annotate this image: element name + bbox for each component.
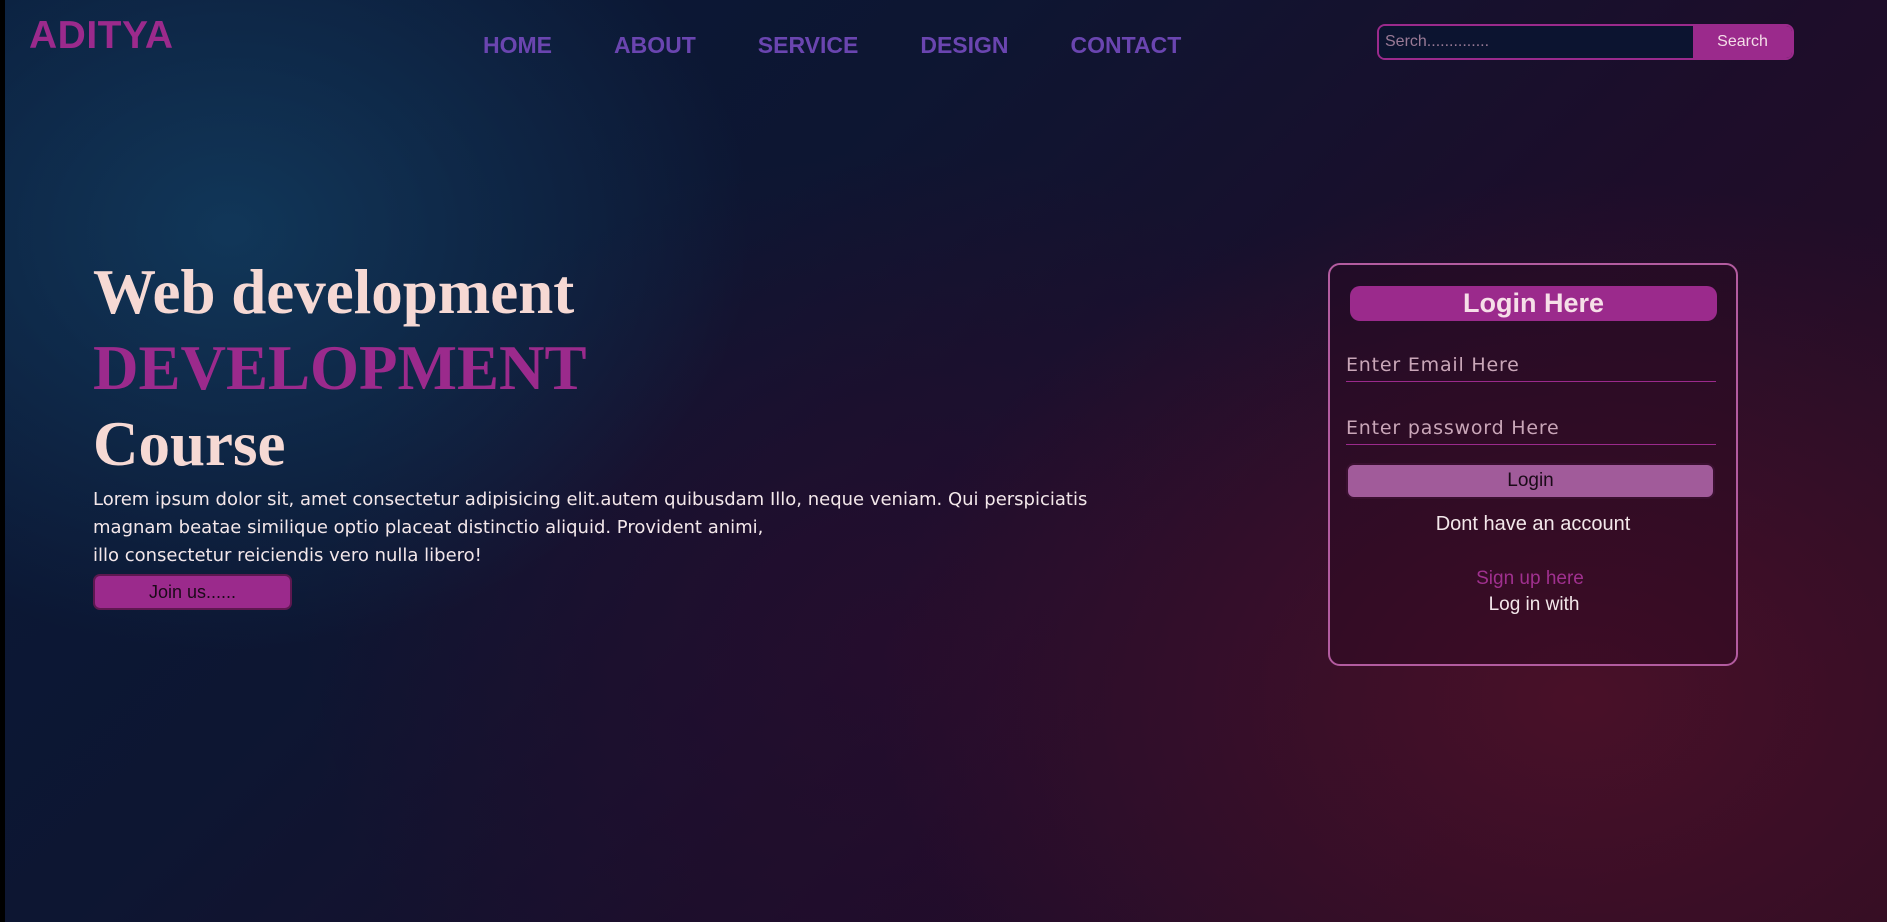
login-button[interactable]: Login: [1346, 463, 1715, 499]
nav-home-link[interactable]: HOME: [483, 32, 552, 59]
site-logo[interactable]: ADITYA: [29, 14, 174, 58]
hero-title-line3: Course: [93, 409, 286, 479]
hero-section: Web development DEVELOPMENT Course Lorem…: [93, 254, 1113, 610]
email-field[interactable]: [1346, 348, 1716, 382]
search-bar: Search: [1377, 24, 1794, 60]
password-field[interactable]: [1346, 411, 1716, 445]
hero-title-line2: DEVELOPMENT: [93, 333, 587, 403]
login-form: Login Here Login Dont have an account Si…: [1328, 263, 1738, 666]
login-with-text: Log in with: [1488, 594, 1580, 615]
nav-service-link[interactable]: SERVICE: [758, 32, 859, 59]
main-nav: HOME ABOUT SERVICE DESIGN CONTACT: [483, 32, 1243, 59]
hero-description: Lorem ipsum dolor sit, amet consectetur …: [93, 486, 1113, 570]
login-title: Login Here: [1350, 286, 1717, 321]
nav-about-link[interactable]: ABOUT: [614, 32, 696, 59]
hero-title-line1: Web development: [93, 257, 575, 327]
nav-contact-link[interactable]: CONTACT: [1071, 32, 1182, 59]
left-edge-divider: [0, 0, 5, 922]
search-button[interactable]: Search: [1693, 26, 1792, 58]
join-us-button[interactable]: Join us......: [93, 574, 292, 610]
nav-design-link[interactable]: DESIGN: [920, 32, 1008, 59]
signup-link[interactable]: Sign up here: [1330, 568, 1730, 590]
no-account-text: Dont have an account: [1435, 513, 1631, 535]
hero-description-line3: illo consectetur reiciendis vero nulla l…: [93, 545, 482, 566]
search-input[interactable]: [1379, 26, 1693, 58]
hero-description-line1: Lorem ipsum dolor sit, amet consectetur …: [93, 489, 1088, 510]
hero-description-line2: magnam beatae similique optio placeat di…: [93, 517, 764, 538]
